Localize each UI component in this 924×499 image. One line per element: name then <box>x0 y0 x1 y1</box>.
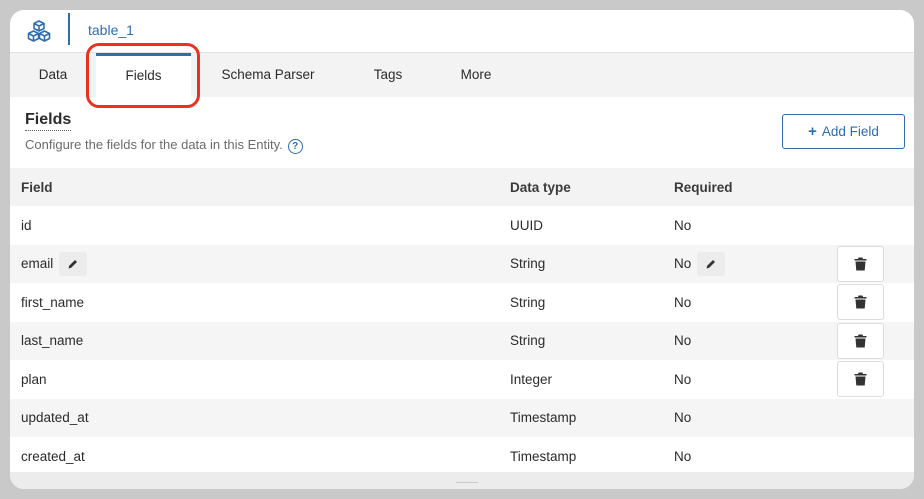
trash-icon <box>854 334 867 347</box>
field-required: No <box>674 371 692 387</box>
table-row: first_name String No <box>10 283 914 322</box>
section-description: Configure the fields for the data in thi… <box>25 137 303 154</box>
delete-field-button[interactable] <box>837 322 884 359</box>
tab-schema-parser[interactable]: Schema Parser <box>191 53 345 97</box>
field-required: No <box>674 294 692 310</box>
tab-fields[interactable]: Fields <box>96 53 191 97</box>
entity-header: table_1 <box>10 10 914 53</box>
add-field-button[interactable]: + Add Field <box>782 114 905 149</box>
question-circle-icon[interactable]: ? <box>287 139 303 154</box>
field-required: No <box>674 256 692 272</box>
table-row: plan Integer No <box>10 360 914 399</box>
plus-icon: + <box>808 123 817 140</box>
field-required: No <box>674 448 692 464</box>
delete-field-button[interactable] <box>837 361 884 397</box>
delete-field-button[interactable] <box>837 245 884 282</box>
column-header-required: Required <box>674 179 733 195</box>
table-row: updated_at Timestamp No <box>10 398 914 437</box>
field-required: No <box>674 410 692 426</box>
field-required: No <box>674 333 692 349</box>
header-divider <box>68 13 70 45</box>
edit-field-name-button[interactable] <box>59 251 88 276</box>
bottom-resize-bar[interactable] <box>10 472 914 489</box>
field-name: created_at <box>21 448 85 464</box>
trash-icon <box>854 372 867 386</box>
add-field-label: Add Field <box>821 124 879 139</box>
field-type: Timestamp <box>510 448 577 464</box>
field-required-cell: No <box>674 245 726 284</box>
table-header-row: Field Data type Required <box>10 168 914 206</box>
table-row: email String No <box>10 244 914 284</box>
field-name: first_name <box>21 294 85 310</box>
field-type: String <box>510 256 546 272</box>
field-type: String <box>510 333 546 349</box>
fields-panel: Fields Configure the fields for the data… <box>10 97 914 489</box>
column-header-field: Field <box>21 179 53 195</box>
field-required: No <box>674 217 692 233</box>
trash-icon <box>854 257 867 270</box>
field-name-cell: email <box>21 245 88 284</box>
delete-field-button[interactable] <box>837 284 884 320</box>
edit-required-button[interactable] <box>697 251 726 276</box>
pencil-icon <box>68 259 78 269</box>
tab-tags[interactable]: Tags <box>345 53 431 97</box>
table-row: last_name String No <box>10 321 914 360</box>
description-text: Configure the fields for the data in thi… <box>25 137 283 152</box>
field-name: plan <box>21 371 47 387</box>
tab-data[interactable]: Data <box>10 53 96 97</box>
field-name: id <box>21 217 32 233</box>
field-type: String <box>510 294 546 310</box>
pencil-icon <box>706 259 716 269</box>
cube-stack-icon <box>27 20 51 42</box>
table-row: id UUID No <box>10 206 914 245</box>
section-title: Fields <box>25 111 72 131</box>
app-window: table_1 Data Fields Schema Parser Tags M… <box>10 10 914 489</box>
tab-more[interactable]: More <box>431 53 521 97</box>
tab-bar: Data Fields Schema Parser Tags More <box>10 53 914 97</box>
field-type: UUID <box>510 217 543 233</box>
table-row: created_at Timestamp No <box>10 437 914 476</box>
field-name: updated_at <box>21 410 89 426</box>
resize-grip-handle[interactable] <box>456 482 478 483</box>
field-name: email <box>21 256 54 272</box>
field-type: Integer <box>510 371 553 387</box>
fields-table: Field Data type Required id UUID No emai… <box>10 168 914 476</box>
field-type: Timestamp <box>510 410 577 426</box>
entity-name[interactable]: table_1 <box>88 22 134 38</box>
field-name: last_name <box>21 333 84 349</box>
trash-icon <box>854 295 867 309</box>
column-header-data-type: Data type <box>510 179 571 195</box>
